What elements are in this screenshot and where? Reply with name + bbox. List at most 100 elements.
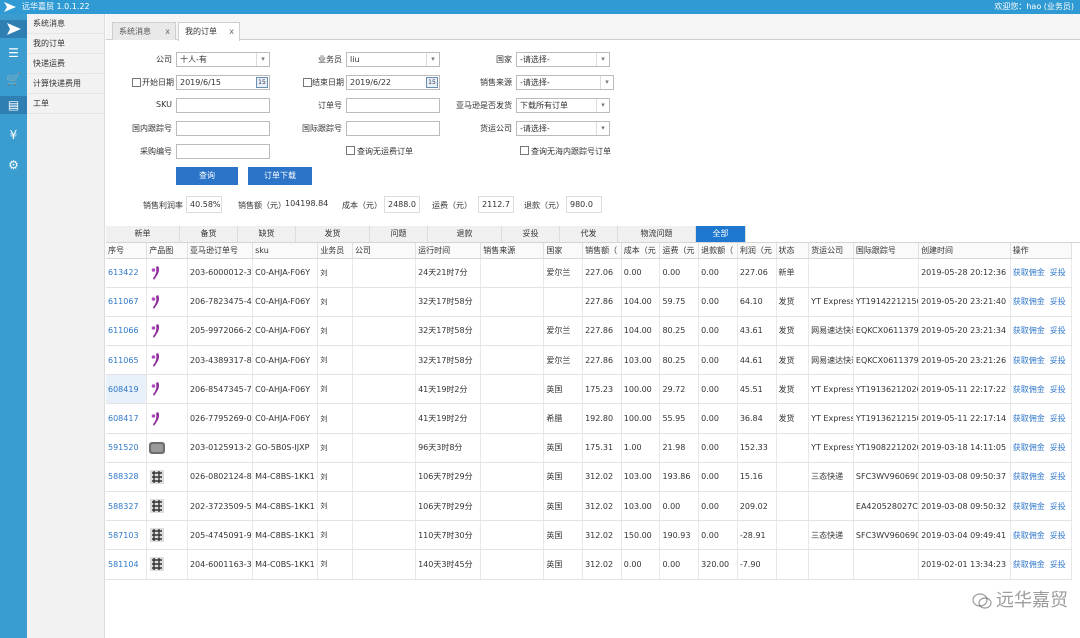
menu-item-my-orders[interactable]: 我的订单	[27, 34, 104, 54]
order-no-input[interactable]	[346, 98, 440, 113]
get-commission-link[interactable]: 获取佣金	[1013, 297, 1045, 306]
product-thumbnail-icon[interactable]	[149, 265, 165, 281]
get-commission-link[interactable]: 获取佣金	[1013, 268, 1045, 277]
col-header[interactable]: 国家	[543, 243, 584, 259]
mark-delivered-link[interactable]: 妥投	[1050, 414, 1066, 423]
menu-item-express-fees[interactable]: 快递运费	[27, 54, 104, 74]
get-commission-link[interactable]: 获取佣金	[1013, 472, 1045, 481]
close-icon[interactable]: x	[165, 23, 170, 40]
product-thumbnail-icon[interactable]	[149, 323, 165, 339]
intl-tracking-input[interactable]	[346, 121, 440, 136]
mark-delivered-link[interactable]: 妥投	[1050, 268, 1066, 277]
mark-delivered-link[interactable]: 妥投	[1050, 560, 1066, 569]
status-tab-new[interactable]: 新单	[106, 226, 180, 242]
col-header[interactable]: 退款额（	[698, 243, 738, 259]
col-header[interactable]: 运费（元	[659, 243, 700, 259]
col-header[interactable]: 成本（元	[621, 243, 661, 259]
table-row[interactable]: 611066 205-9972066-22 C0-AHJA-F06Y 刘 32天17时5…	[106, 316, 1073, 347]
get-commission-link[interactable]: 获取佣金	[1013, 385, 1045, 394]
status-tab-issue[interactable]: 问题	[370, 226, 428, 242]
order-id-cell[interactable]: 588328	[106, 462, 148, 493]
tab-system-messages[interactable]: 系统消息 x	[112, 22, 176, 40]
status-tab-refund[interactable]: 退款	[428, 226, 502, 242]
domestic-tracking-input[interactable]	[176, 121, 270, 136]
status-tab-stocking[interactable]: 备货	[180, 226, 238, 242]
order-id-cell[interactable]: 587103	[106, 520, 148, 551]
salesman-select[interactable]: liu ▾	[346, 52, 440, 67]
get-commission-link[interactable]: 获取佣金	[1013, 414, 1045, 423]
status-tab-all[interactable]: 全部	[696, 226, 746, 242]
company-select[interactable]: 十人-有 ▾	[176, 52, 270, 67]
gear-icon[interactable]: ⚙	[0, 156, 27, 174]
mark-delivered-link[interactable]: 妥投	[1050, 443, 1066, 452]
no-intl-tracking-checkbox[interactable]	[520, 146, 529, 155]
order-id-cell[interactable]: 608419	[106, 374, 148, 405]
tab-my-orders[interactable]: 我的订单 x	[178, 22, 240, 41]
table-row[interactable]: 611065 203-4389317-80 C0-AHJA-F06Y 刘 32天17时5…	[106, 345, 1073, 376]
mark-delivered-link[interactable]: 妥投	[1050, 385, 1066, 394]
product-thumbnail-icon[interactable]	[149, 498, 165, 514]
table-row[interactable]: 608419 206-8547345-78 C0-AHJA-F06Y 刘 41天19时2…	[106, 374, 1073, 405]
col-header[interactable]: sku	[252, 243, 319, 259]
menu-item-tickets[interactable]: 工单	[27, 94, 104, 114]
table-row[interactable]: 613422 203-6000012-35 C0-AHJA-F06Y 刘 24天21时7…	[106, 258, 1073, 288]
query-button[interactable]: 查询	[176, 167, 238, 185]
table-row[interactable]: 611067 206-7823475-41 C0-AHJA-F06Y 刘 32天17时5…	[106, 287, 1073, 317]
status-tab-shipped[interactable]: 发货	[296, 226, 370, 242]
menu-item-system-messages[interactable]: 系统消息	[27, 14, 104, 34]
product-thumbnail-icon[interactable]	[149, 294, 165, 310]
col-header[interactable]: 利润（元	[737, 243, 777, 259]
close-icon[interactable]: x	[229, 23, 234, 40]
table-row[interactable]: 581104 204-6001163-30 M4-C0BS-1KK1 刘 140天3时4…	[106, 549, 1073, 580]
table-row[interactable]: 588327 202-3723509-52 M4-C8BS-1KK1 刘 106天7时2…	[106, 491, 1073, 522]
amazon-shipped-select[interactable]: 下载所有订单 ▾	[516, 98, 610, 113]
col-header[interactable]: 序号	[106, 243, 148, 259]
get-commission-link[interactable]: 获取佣金	[1013, 326, 1045, 335]
col-header[interactable]: 状态	[776, 243, 810, 259]
product-thumbnail-icon[interactable]	[149, 411, 165, 427]
sales-source-select[interactable]: -请选择- ▾	[516, 75, 614, 90]
mark-delivered-link[interactable]: 妥投	[1050, 502, 1066, 511]
col-header[interactable]: 亚马逊订单号	[187, 243, 254, 259]
order-id-cell[interactable]: 611066	[106, 316, 148, 347]
country-select[interactable]: -请选择- ▾	[516, 52, 610, 67]
order-id-cell[interactable]: 581104	[106, 549, 148, 580]
end-date-input[interactable]: 2019/6/22 15	[346, 75, 440, 90]
get-commission-link[interactable]: 获取佣金	[1013, 531, 1045, 540]
product-thumbnail-icon[interactable]	[149, 352, 165, 368]
purchase-no-input[interactable]	[176, 144, 270, 159]
yen-icon[interactable]: ¥	[0, 126, 27, 144]
calendar-icon[interactable]: 15	[256, 77, 268, 88]
status-tab-dropship[interactable]: 代发	[560, 226, 618, 242]
order-id-cell[interactable]: 611067	[106, 287, 148, 317]
col-header[interactable]: 货运公司	[808, 243, 854, 259]
carrier-select[interactable]: -请选择- ▾	[516, 121, 610, 136]
status-tab-delivered[interactable]: 妥投	[502, 226, 560, 242]
status-tab-out-of-stock[interactable]: 缺货	[238, 226, 296, 242]
get-commission-link[interactable]: 获取佣金	[1013, 356, 1045, 365]
sku-input[interactable]	[176, 98, 270, 113]
col-header[interactable]: 销售来源	[480, 243, 545, 259]
table-row[interactable]: 588328 026-0802124-87 M4-C8BS-1KK1 刘 106天7时2…	[106, 462, 1073, 493]
table-row[interactable]: 591520 203-0125913-27 GO-5B0S-IJXP 刘 96天3时8分…	[106, 433, 1073, 463]
mark-delivered-link[interactable]: 妥投	[1050, 326, 1066, 335]
col-header[interactable]: 产品图	[146, 243, 188, 259]
start-date-checkbox[interactable]	[132, 78, 141, 87]
product-thumbnail-icon[interactable]	[149, 556, 165, 572]
col-header[interactable]: 创建时间	[918, 243, 1011, 259]
no-shipping-checkbox[interactable]	[346, 146, 355, 155]
get-commission-link[interactable]: 获取佣金	[1013, 560, 1045, 569]
end-date-checkbox[interactable]	[303, 78, 312, 87]
list-icon[interactable]: ▤	[0, 96, 27, 114]
order-id-cell[interactable]: 591520	[106, 433, 148, 463]
product-thumbnail-icon[interactable]	[149, 440, 166, 456]
product-thumbnail-icon[interactable]	[149, 469, 165, 485]
col-header[interactable]: 国际跟踪号	[853, 243, 920, 259]
download-orders-button[interactable]: 订单下载	[248, 167, 312, 185]
cart-icon[interactable]: 🛒	[0, 70, 27, 88]
menu-item-calc-fees[interactable]: 计算快递费用	[27, 74, 104, 94]
status-tab-logistics-issue[interactable]: 物流问题	[618, 226, 696, 242]
col-header[interactable]: 业务员	[317, 243, 353, 259]
order-id-cell[interactable]: 613422	[106, 258, 148, 288]
col-header[interactable]: 销售额（	[582, 243, 622, 259]
